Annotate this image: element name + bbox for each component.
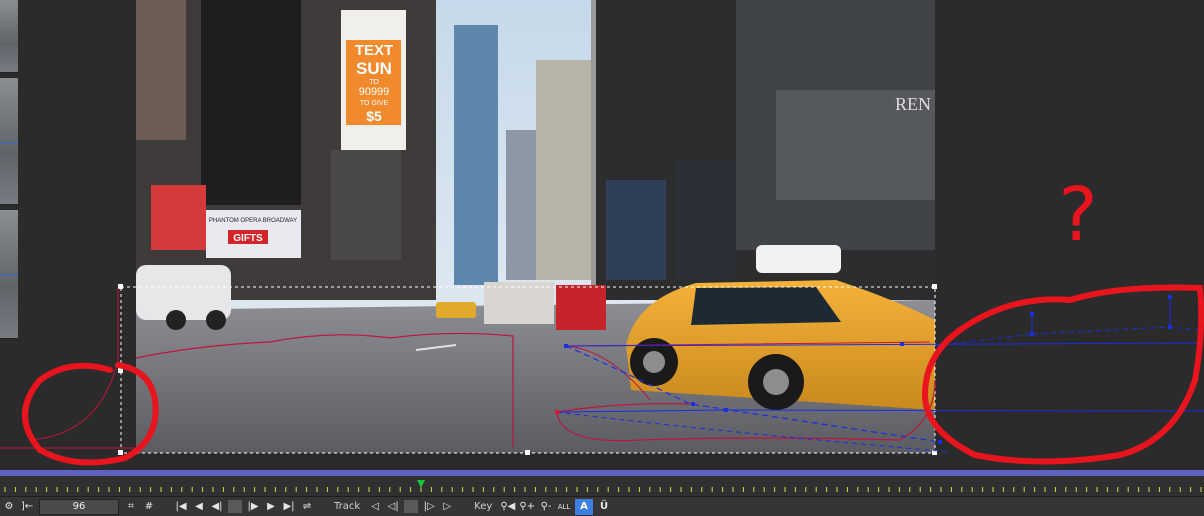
- previous-frame-button[interactable]: ◀|: [210, 499, 224, 515]
- thumbnail-strip: [0, 0, 20, 340]
- thumbnail-3[interactable]: [0, 210, 18, 339]
- go-to-start-button[interactable]: |◀: [174, 499, 188, 515]
- stop-button[interactable]: [228, 500, 242, 513]
- spline-point[interactable]: [900, 342, 904, 346]
- billboard-phantom: PHANTOM OPERA BROADWAY: [209, 218, 297, 224]
- spline-point[interactable]: [1030, 312, 1034, 316]
- bbox-handle-bm[interactable]: [525, 450, 530, 455]
- bbox-handle-bl[interactable]: [118, 450, 123, 455]
- annotation-question-mark: ?: [1058, 172, 1097, 258]
- gear-icon[interactable]: ⚙: [2, 499, 16, 515]
- video-viewer[interactable]: TEXT SUN TO 90999 TO GIVE $5 PHANTOM OPE…: [136, 0, 935, 453]
- track-label: Track: [334, 501, 361, 512]
- key-previous-button[interactable]: ⚲◀: [500, 499, 515, 515]
- billboard-text-line4: 90999: [359, 86, 390, 98]
- track-backward-step-button[interactable]: ◁|: [386, 499, 400, 515]
- goto-frame-icon[interactable]: ]←: [20, 499, 34, 515]
- frame-number-field[interactable]: [39, 498, 119, 515]
- play-button[interactable]: ▶: [264, 499, 278, 515]
- track-stop-button[interactable]: [404, 500, 419, 513]
- annotation-circle-right: [921, 284, 1204, 465]
- grid-icon[interactable]: #: [142, 499, 156, 515]
- spline-point[interactable]: [564, 344, 568, 348]
- key-u-button[interactable]: Ü: [597, 499, 611, 515]
- thumbnail-2[interactable]: [0, 78, 18, 205]
- playback-toolbar: ⚙ ]← ⌗ # |◀ ◀ ◀| |▶ ▶ ▶| ⇌ Track ◁ ◁| |▷…: [0, 496, 1204, 516]
- key-delete-button[interactable]: ⚲-: [539, 499, 553, 515]
- ruler-ticks: [4, 487, 1202, 492]
- billboard-gifts: GIFTS: [233, 233, 263, 244]
- track-backward-button[interactable]: ◁: [368, 499, 382, 515]
- spline-point[interactable]: [1168, 325, 1172, 329]
- timeline-ruler[interactable]: [0, 476, 1204, 496]
- thumbnail-marker: [0, 142, 18, 143]
- spline-point[interactable]: [1168, 295, 1172, 299]
- bbox-handle-tr[interactable]: [932, 284, 937, 289]
- fit-icon[interactable]: ⌗: [124, 499, 138, 515]
- loop-button[interactable]: ⇌: [300, 499, 314, 515]
- go-to-end-button[interactable]: ▶|: [282, 499, 296, 515]
- spline-point[interactable]: [691, 402, 695, 406]
- key-label: Key: [474, 501, 493, 512]
- previous-key-button[interactable]: ◀: [192, 499, 206, 515]
- next-frame-button[interactable]: |▶: [246, 499, 260, 515]
- key-add-button[interactable]: ⚲+: [519, 499, 535, 515]
- track-forward-button[interactable]: ▷: [440, 499, 454, 515]
- spline-point[interactable]: [724, 408, 728, 412]
- building-sign: REN: [895, 94, 931, 114]
- key-all-button[interactable]: ALL: [557, 499, 571, 515]
- billboard-text-line6: $5: [366, 108, 382, 124]
- video-frame: TEXT SUN TO 90999 TO GIVE $5 PHANTOM OPE…: [136, 0, 935, 453]
- bbox-handle-tl[interactable]: [118, 284, 123, 289]
- billboard-text-line3: TO: [369, 79, 379, 86]
- mask-point[interactable]: [555, 410, 559, 414]
- autokey-button[interactable]: A: [575, 498, 594, 515]
- billboard-text-line5: TO GIVE: [360, 100, 389, 107]
- thumbnail-1[interactable]: [0, 0, 18, 73]
- spline-point[interactable]: [938, 440, 942, 444]
- billboard-text-line2: SUN: [356, 59, 392, 78]
- playhead-marker[interactable]: [417, 480, 426, 488]
- billboard-text-line1: TEXT: [355, 42, 393, 59]
- spline-point[interactable]: [1030, 332, 1034, 336]
- thumbnail-marker: [0, 274, 18, 275]
- track-forward-step-button[interactable]: |▷: [422, 499, 436, 515]
